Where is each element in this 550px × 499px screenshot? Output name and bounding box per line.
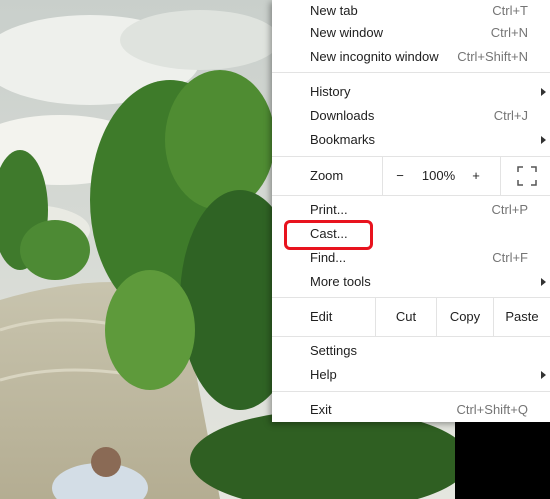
- menu-item-label: Cast...: [310, 226, 348, 241]
- menu-item-shortcut: Ctrl+J: [493, 108, 528, 123]
- zoom-label: Zoom: [310, 168, 344, 183]
- menu-item-cast[interactable]: Cast...: [272, 222, 550, 246]
- menu-item-bookmarks[interactable]: Bookmarks: [272, 128, 550, 152]
- chevron-right-icon: [541, 371, 546, 379]
- fullscreen-icon[interactable]: [517, 166, 537, 186]
- menu-item-label: Find...: [310, 250, 347, 265]
- edit-row: Edit Cut Copy Paste: [272, 298, 550, 336]
- menu-item-print[interactable]: Print... Ctrl+P: [272, 198, 550, 222]
- dark-area: [455, 422, 550, 499]
- divider: [382, 157, 383, 195]
- copy-button[interactable]: Copy: [437, 298, 493, 336]
- menu-item-label: More tools: [310, 274, 371, 289]
- menu-item-label: Settings: [310, 343, 357, 358]
- chevron-right-icon: [541, 88, 546, 96]
- zoom-row: Zoom − 100% +: [272, 157, 550, 195]
- menu-item-new-incognito-window[interactable]: New incognito window Ctrl+Shift+N: [272, 45, 550, 69]
- menu-item-settings[interactable]: Settings: [272, 339, 550, 363]
- menu-item-label: New window: [310, 25, 383, 40]
- menu-item-label: New tab: [310, 3, 358, 18]
- menu-item-label: History: [310, 84, 351, 99]
- cut-button[interactable]: Cut: [376, 298, 436, 336]
- menu-item-history[interactable]: History: [272, 80, 550, 104]
- menu-item-exit[interactable]: Exit Ctrl+Shift+Q: [272, 398, 550, 422]
- menu-item-shortcut: Ctrl+Shift+N: [457, 49, 528, 64]
- menu-item-new-window[interactable]: New window Ctrl+N: [272, 21, 550, 45]
- menu-separator: [272, 391, 550, 392]
- menu-item-shortcut: Ctrl+T: [492, 3, 528, 18]
- menu-item-find[interactable]: Find... Ctrl+F: [272, 246, 550, 270]
- menu-item-downloads[interactable]: Downloads Ctrl+J: [272, 104, 550, 128]
- zoom-out-button[interactable]: −: [388, 157, 412, 195]
- chevron-right-icon: [541, 278, 546, 286]
- menu-item-shortcut: Ctrl+P: [491, 202, 528, 217]
- chevron-right-icon: [541, 136, 546, 144]
- menu-separator: [272, 336, 550, 337]
- menu-item-more-tools[interactable]: More tools: [272, 270, 550, 294]
- menu-item-help[interactable]: Help: [272, 363, 550, 387]
- divider: [500, 157, 501, 195]
- edit-label: Edit: [310, 309, 333, 324]
- menu-item-label: Help: [310, 367, 337, 382]
- menu-item-new-tab[interactable]: New tab Ctrl+T: [272, 0, 550, 23]
- menu-item-label: Downloads: [310, 108, 375, 123]
- menu-item-label: New incognito window: [310, 49, 439, 64]
- menu-separator: [272, 195, 550, 196]
- menu-item-label: Exit: [310, 402, 332, 417]
- chrome-menu: New tab Ctrl+T New window Ctrl+N New inc…: [272, 0, 550, 422]
- menu-item-shortcut: Ctrl+Shift+Q: [456, 402, 528, 417]
- menu-separator: [272, 72, 550, 73]
- menu-item-shortcut: Ctrl+F: [492, 250, 528, 265]
- zoom-level: 100%: [421, 168, 456, 183]
- menu-item-label: Bookmarks: [310, 132, 376, 147]
- paste-button[interactable]: Paste: [494, 298, 550, 336]
- zoom-in-button[interactable]: +: [464, 157, 488, 195]
- menu-item-label: Print...: [310, 202, 348, 217]
- menu-item-shortcut: Ctrl+N: [490, 25, 528, 40]
